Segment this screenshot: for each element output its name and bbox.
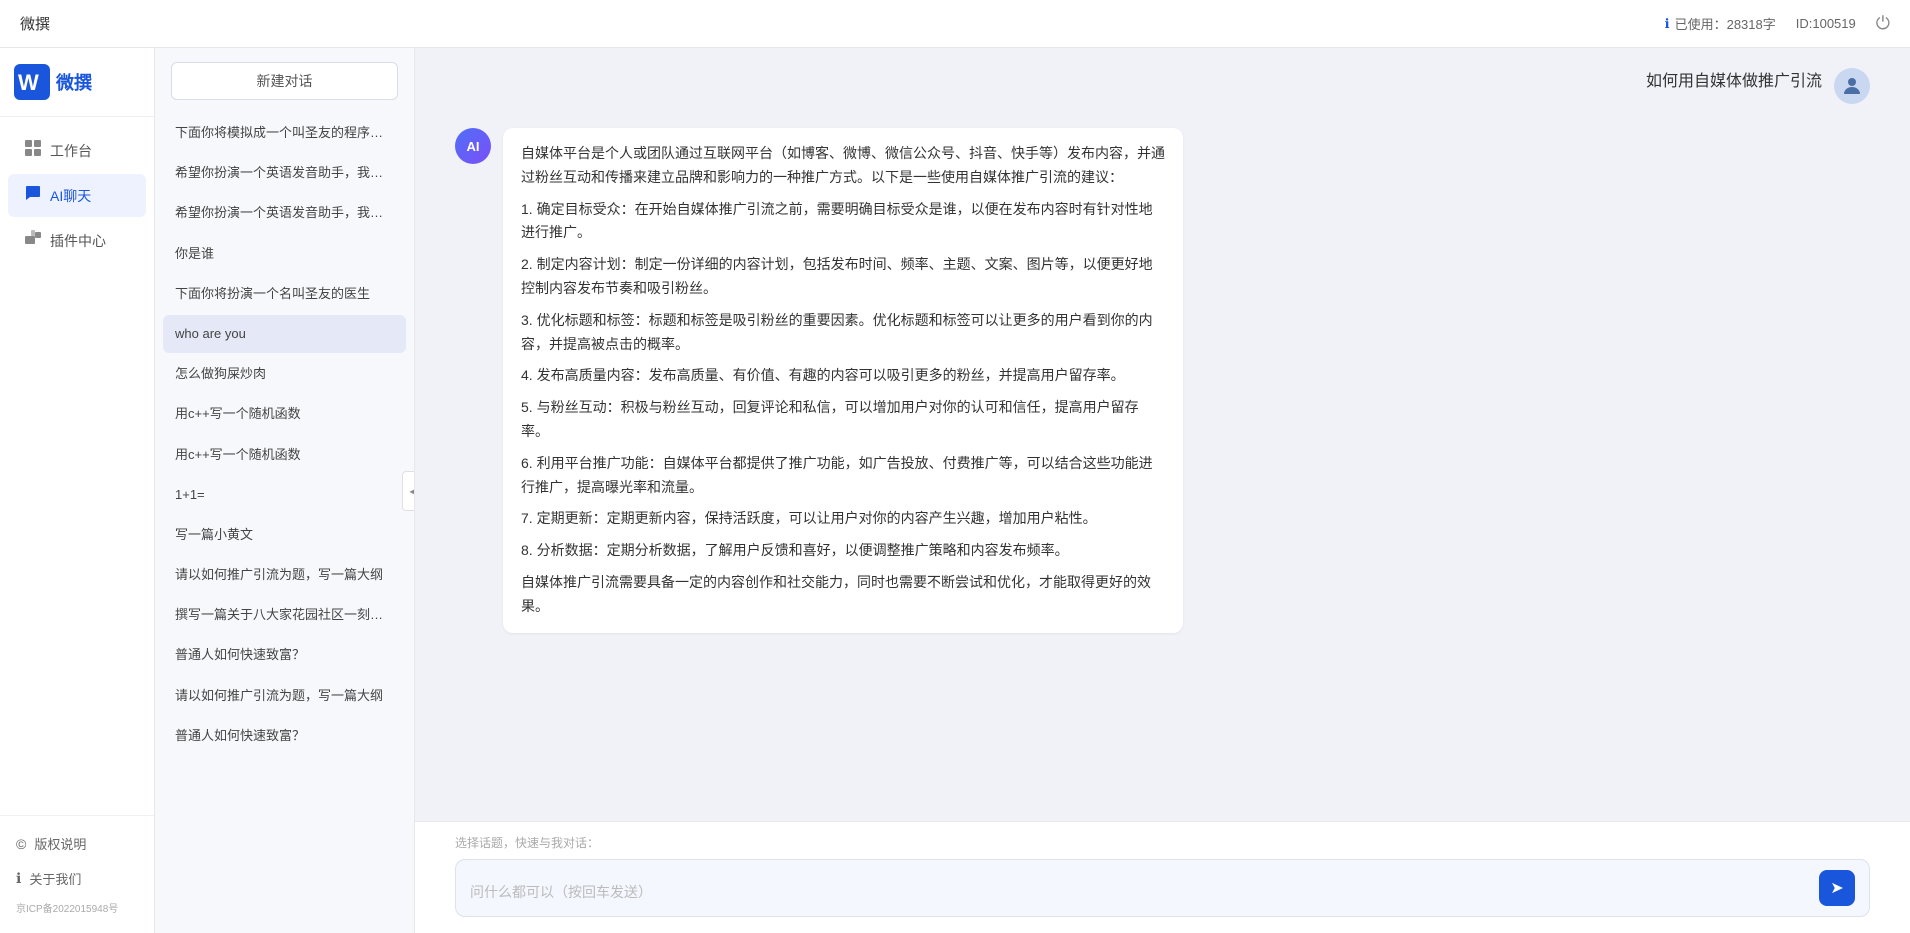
history-item[interactable]: 普通人如何快速致富？ (163, 717, 406, 755)
send-icon: ➤ (1830, 878, 1843, 898)
about-icon: ℹ (16, 870, 21, 887)
sidebar: W 微撰 工作台 AI聊天 插件中心 (0, 48, 155, 933)
user-message-row: 如何用自媒体做推广引流 (455, 68, 1870, 104)
history-item[interactable]: who are you (163, 315, 406, 353)
ai-message-row: AI 自媒体平台是个人或团队通过互联网平台（如博客、微博、微信公众号、抖音、快手… (455, 128, 1870, 633)
ai-paragraph: 4. 发布高质量内容：发布高质量、有价值、有趣的内容可以吸引更多的粉丝，并提高用… (521, 364, 1165, 388)
history-item[interactable]: 请以如何推广引流为题，写一篇大纲 (163, 556, 406, 594)
usage-text: 已使用：28318字 (1675, 14, 1776, 33)
history-item[interactable]: 希望你扮演一个英语发音助手，我提供给你... (163, 194, 406, 232)
ai-chat-label: AI聊天 (50, 186, 91, 206)
send-button[interactable]: ➤ (1819, 870, 1855, 906)
history-item[interactable]: 下面你将扮演一个名叫圣友的医生 (163, 275, 406, 313)
sidebar-item-ai-chat[interactable]: AI聊天 (8, 174, 146, 217)
info-icon: ℹ (1665, 16, 1670, 32)
history-item[interactable]: 1+1= (163, 476, 406, 514)
input-area: 选择话题，快速与我对话： ➤ (415, 821, 1910, 933)
history-item[interactable]: 怎么做狗屎炒肉 (163, 355, 406, 393)
ai-avatar: AI (455, 128, 491, 164)
svg-text:W: W (18, 70, 39, 95)
history-item[interactable]: 写一篇小黄文 (163, 516, 406, 554)
history-list: 下面你将模拟成一个叫圣友的程序员，我说...希望你扮演一个英语发音助手，我提供给… (155, 114, 414, 933)
workbench-icon (24, 139, 42, 162)
history-item[interactable]: 用c++写一个随机函数 (163, 436, 406, 474)
collapse-button[interactable]: ◀ (402, 471, 415, 511)
plugin-label: 插件中心 (50, 231, 106, 251)
about-label: 关于我们 (29, 869, 81, 888)
history-panel: 新建对话 下面你将模拟成一个叫圣友的程序员，我说...希望你扮演一个英语发音助手… (155, 48, 415, 933)
chat-messages: 如何用自媒体做推广引流 AI 自媒体平台是个人或团队通过互联网平台（如博客、微博… (415, 48, 1910, 821)
ai-paragraph: 自媒体平台是个人或团队通过互联网平台（如博客、微博、微信公众号、抖音、快手等）发… (521, 142, 1165, 190)
topbar-title: 微撰 (20, 13, 50, 34)
quick-topics-label: 选择话题，快速与我对话： (455, 834, 1870, 851)
sidebar-item-plugin[interactable]: 插件中心 (8, 219, 146, 262)
input-box-wrapper: ➤ (455, 859, 1870, 917)
plugin-icon (24, 229, 42, 252)
sidebar-nav: 工作台 AI聊天 插件中心 (0, 117, 154, 274)
user-message-bubble: 如何用自媒体做推广引流 (1646, 68, 1822, 95)
ai-paragraph: 3. 优化标题和标签：标题和标签是吸引粉丝的重要因素。优化标题和标签可以让更多的… (521, 309, 1165, 357)
logo-icon: W (14, 64, 50, 100)
ai-paragraph: 8. 分析数据：定期分析数据，了解用户反馈和喜好，以便调整推广策略和内容发布频率… (521, 539, 1165, 563)
history-item[interactable]: 用c++写一个随机函数 (163, 395, 406, 433)
ai-paragraph: 7. 定期更新：定期更新内容，保持活跃度，可以让用户对你的内容产生兴趣，增加用户… (521, 507, 1165, 531)
history-item[interactable]: 你是谁 (163, 235, 406, 273)
history-item[interactable]: 希望你扮演一个英语发音助手，我提供给你... (163, 154, 406, 192)
copyright-label: 版权说明 (34, 834, 86, 853)
ai-paragraph: 5. 与粉丝互动：积极与粉丝互动，回复评论和私信，可以增加用户对你的认可和信任，… (521, 396, 1165, 444)
history-item[interactable]: 普通人如何快速致富？ (163, 636, 406, 674)
topbar-usage: ℹ 已使用：28318字 (1665, 14, 1776, 33)
logo-text: 微撰 (56, 69, 92, 95)
sidebar-bottom: © 版权说明 ℹ 关于我们 京ICP备2022015948号 (0, 815, 154, 933)
sidebar-item-about[interactable]: ℹ 关于我们 (0, 861, 154, 896)
ai-paragraph: 2. 制定内容计划：制定一份详细的内容计划，包括发布时间、频率、主题、文案、图片… (521, 253, 1165, 301)
ai-paragraph: 6. 利用平台推广功能：自媒体平台都提供了推广功能，如广告投放、付费推广等，可以… (521, 452, 1165, 500)
ai-message-bubble: 自媒体平台是个人或团队通过互联网平台（如博客、微博、微信公众号、抖音、快手等）发… (503, 128, 1183, 633)
ai-chat-icon (24, 184, 42, 207)
ai-paragraph: 1. 确定目标受众：在开始自媒体推广引流之前，需要明确目标受众是谁，以便在发布内… (521, 198, 1165, 246)
user-question-text: 如何用自媒体做推广引流 (1646, 68, 1822, 95)
user-avatar (1834, 68, 1870, 104)
topbar-id: ID:100519 (1796, 16, 1856, 31)
history-item[interactable]: 请以如何推广引流为题，写一篇大纲 (163, 677, 406, 715)
logout-icon[interactable]: ⏻ (1876, 13, 1890, 34)
main-layout: W 微撰 工作台 AI聊天 插件中心 (0, 48, 1910, 933)
history-item[interactable]: 撰写一篇关于八大家花园社区一刻钟便民生... (163, 596, 406, 634)
copyright-icon: © (16, 836, 26, 852)
beian: 京ICP备2022015948号 (0, 896, 154, 923)
sidebar-item-workbench[interactable]: 工作台 (8, 129, 146, 172)
chat-area: 如何用自媒体做推广引流 AI 自媒体平台是个人或团队通过互联网平台（如博客、微博… (415, 48, 1910, 933)
chat-input[interactable] (470, 882, 1809, 906)
topbar-right: ℹ 已使用：28318字 ID:100519 ⏻ (1665, 13, 1890, 34)
history-item[interactable]: 下面你将模拟成一个叫圣友的程序员，我说... (163, 114, 406, 152)
ai-paragraph: 自媒体推广引流需要具备一定的内容创作和社交能力，同时也需要不断尝试和优化，才能取… (521, 571, 1165, 619)
sidebar-item-copyright[interactable]: © 版权说明 (0, 826, 154, 861)
new-chat-button[interactable]: 新建对话 (171, 62, 398, 100)
logo-area: W 微撰 (0, 48, 154, 117)
topbar: 微撰 ℹ 已使用：28318字 ID:100519 ⏻ (0, 0, 1910, 48)
workbench-label: 工作台 (50, 141, 92, 161)
